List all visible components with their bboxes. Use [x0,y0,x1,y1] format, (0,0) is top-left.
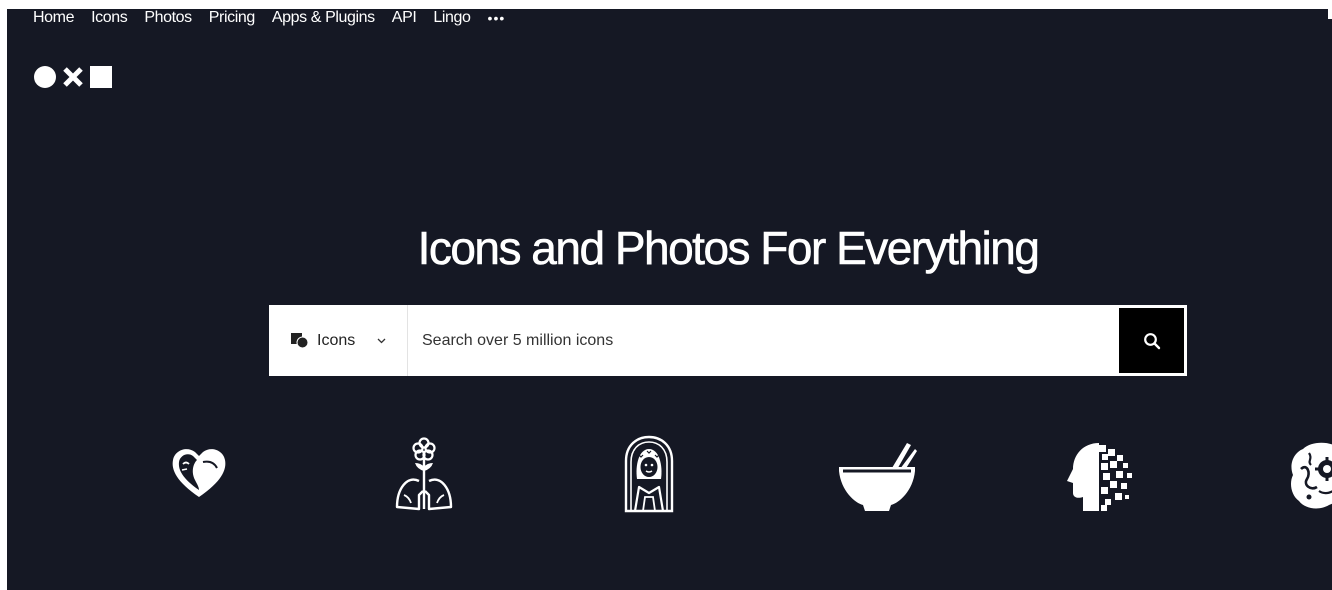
logo-circle-icon [34,66,56,88]
search-button[interactable] [1119,308,1184,373]
noun-project-logo[interactable] [34,66,112,88]
nav-pricing[interactable]: Pricing [209,10,256,26]
search-bar: Icons [269,305,1187,376]
nav-photos[interactable]: Photos [144,10,192,26]
nav-apps-plugins[interactable]: Apps & Plugins [272,10,375,26]
nav-lingo[interactable]: Lingo [433,10,471,26]
nav-home[interactable]: Home [33,10,74,26]
flower-lungs-icon[interactable] [393,437,455,513]
nav-edge-mark [1328,9,1332,19]
heart-face-icon[interactable] [169,442,229,502]
brain-gear-icon[interactable] [1289,439,1332,515]
search-type-label: Icons [317,331,356,349]
logo-square-icon [90,66,112,88]
hero-title: Icons and Photos For Everything [417,222,1040,274]
search-input[interactable] [408,305,1119,376]
woman-portrait-icon[interactable] [621,435,677,513]
icons-type-icon [291,332,309,348]
top-nav: Home Icons Photos Pricing Apps & Plugins… [33,9,522,26]
nav-more-button[interactable]: ••• [488,11,506,25]
page: Home Icons Photos Pricing Apps & Plugins… [7,9,1332,590]
search-icon [1143,332,1160,349]
noodle-bowl-icon[interactable] [837,441,917,513]
chevron-down-icon [377,338,386,343]
nav-icons[interactable]: Icons [91,10,128,26]
icon-showcase [7,9,1332,590]
logo-cross-icon [63,67,83,87]
nav-api[interactable]: API [392,10,417,26]
search-type-dropdown[interactable]: Icons [269,305,408,376]
pixel-head-icon[interactable] [1065,441,1137,517]
